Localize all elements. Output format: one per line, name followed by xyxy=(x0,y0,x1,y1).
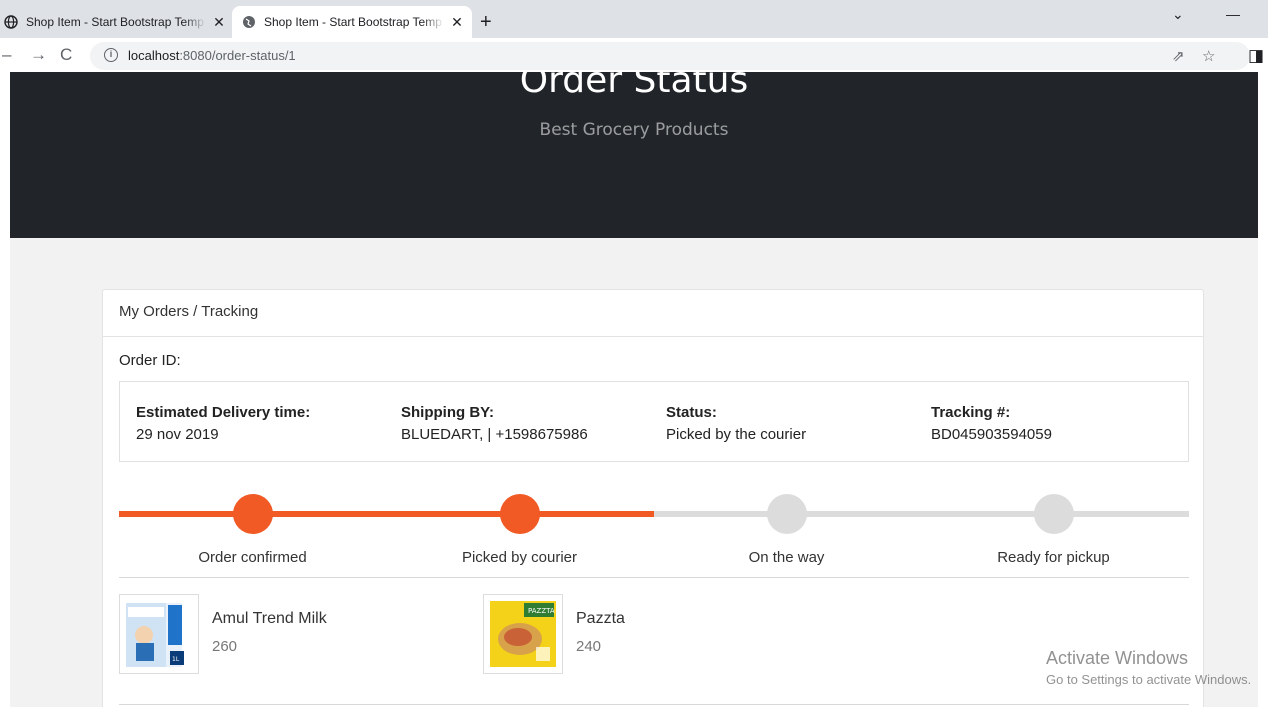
step-dot-pending xyxy=(767,494,807,534)
tracking-info: Tracking #: BD045903594059 xyxy=(931,402,1052,446)
svg-text:1L: 1L xyxy=(172,656,180,663)
globe-icon xyxy=(242,15,256,29)
product-name: Pazzta xyxy=(576,610,625,627)
info-label: Estimated Delivery time: xyxy=(136,404,311,421)
info-value: Picked by the courier xyxy=(666,426,807,443)
tab-search-icon[interactable]: ⌄ xyxy=(1172,6,1184,23)
browser-tab-strip: Shop Item - Start Bootstrap Temp ✕ Shop … xyxy=(0,0,1268,38)
close-tab-icon[interactable]: ✕ xyxy=(210,13,228,31)
order-info-box: Estimated Delivery time: 29 nov 2019 Shi… xyxy=(119,381,1189,462)
svg-text:PAZZTA: PAZZTA xyxy=(528,607,555,615)
list-item[interactable]: 1L Amul Trend Milk 260 xyxy=(119,594,459,674)
back-icon[interactable]: – xyxy=(2,44,11,66)
new-tab-button[interactable]: + xyxy=(480,12,492,32)
watermark-title: Activate Windows xyxy=(1046,648,1189,668)
star-icon[interactable]: ☆ xyxy=(1202,47,1215,65)
info-label: Status: xyxy=(666,404,717,421)
card-header: My Orders / Tracking xyxy=(103,290,1203,337)
tab-title: Shop Item - Start Bootstrap Temp xyxy=(264,15,442,29)
step-label: On the way xyxy=(748,549,825,566)
step-label: Ready for pickup xyxy=(997,549,1110,566)
product-thumbnail-milk[interactable]: 1L xyxy=(119,594,199,674)
minimize-button[interactable]: — xyxy=(1226,6,1240,22)
info-label: Shipping BY: xyxy=(401,404,495,421)
address-bar-row: – → C i localhost:8080/order-status/1 ⇗ … xyxy=(0,38,1268,72)
product-price: 260 xyxy=(212,638,238,655)
page-subtitle: Best Grocery Products xyxy=(539,120,729,140)
delivery-time-info: Estimated Delivery time: 29 nov 2019 xyxy=(136,402,310,446)
watermark-subtitle: Go to Settings to activate Windows. xyxy=(1046,672,1252,687)
page-content: Order Status Best Grocery Products My Or… xyxy=(10,72,1258,707)
step-dot-done xyxy=(500,494,540,534)
info-value: BLUEDART, | +1598675986 xyxy=(401,426,588,443)
info-icon[interactable]: i xyxy=(104,48,118,62)
browser-tab-1[interactable]: Shop Item - Start Bootstrap Temp ✕ xyxy=(4,6,232,38)
tab-title: Shop Item - Start Bootstrap Temp xyxy=(26,15,204,29)
product-price: 240 xyxy=(576,638,602,655)
step-label: Picked by courier xyxy=(461,549,578,566)
info-value: BD045903594059 xyxy=(931,426,1052,443)
progress-bar-pending xyxy=(654,511,1189,517)
info-value: 29 nov 2019 xyxy=(136,426,219,443)
url-text[interactable]: localhost:8080/order-status/1 xyxy=(128,48,296,63)
forward-icon[interactable]: → xyxy=(30,44,47,66)
reload-icon[interactable]: C xyxy=(60,44,72,66)
divider xyxy=(119,704,1189,705)
page-title: Order Status xyxy=(519,72,749,101)
omnibox[interactable]: i localhost:8080/order-status/1 ⇗ ☆ xyxy=(90,42,1250,70)
close-tab-icon[interactable]: ✕ xyxy=(448,13,466,31)
info-label: Tracking #: xyxy=(931,404,1011,421)
order-tracking-card: My Orders / Tracking Order ID: Estimated… xyxy=(102,289,1204,707)
step-dot-pending xyxy=(1034,494,1074,534)
share-icon[interactable]: ⇗ xyxy=(1172,47,1185,65)
progress-tracker: Order confirmed Picked by courier On the… xyxy=(119,490,1189,570)
list-item[interactable]: PAZZTA Pazzta 240 xyxy=(483,594,823,674)
product-name: Amul Trend Milk xyxy=(212,610,327,627)
step-label: Order confirmed xyxy=(198,549,307,566)
globe-icon xyxy=(4,15,18,29)
product-thumbnail-pazzta[interactable]: PAZZTA xyxy=(483,594,563,674)
shipping-info: Shipping BY: BLUEDART, | +1598675986 xyxy=(401,402,588,446)
windows-activation-watermark: Activate Windows Go to Settings to activ… xyxy=(1046,648,1251,687)
divider xyxy=(119,577,1189,578)
side-panel-icon[interactable]: ◨ xyxy=(1248,45,1264,67)
progress-bar-done xyxy=(119,511,654,517)
hero-header: Order Status Best Grocery Products xyxy=(10,72,1258,238)
browser-tab-2[interactable]: Shop Item - Start Bootstrap Temp ✕ xyxy=(232,6,472,38)
step-dot-done xyxy=(233,494,273,534)
status-info: Status: Picked by the courier xyxy=(666,402,806,446)
order-id-label: Order ID: xyxy=(119,352,181,369)
